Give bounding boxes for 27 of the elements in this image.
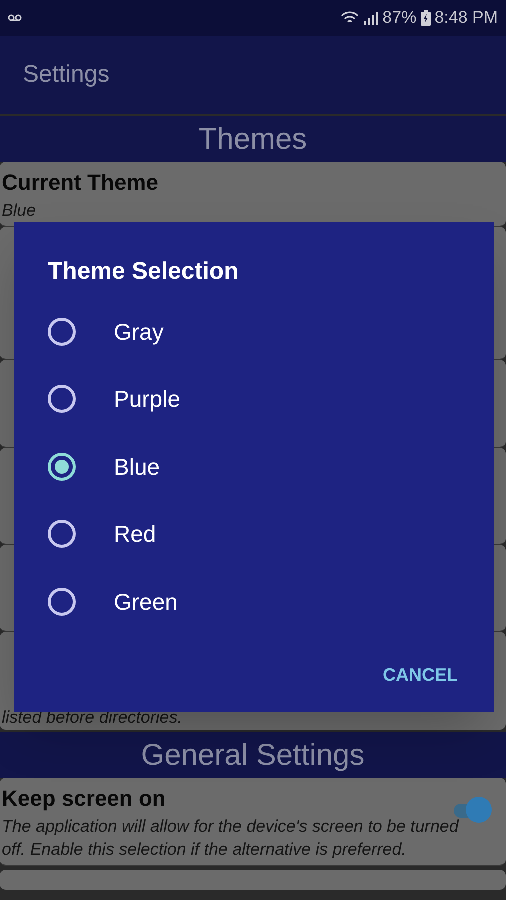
radio-button[interactable] [48, 588, 76, 616]
setting-title: Current Theme [2, 169, 158, 197]
radio-button[interactable] [48, 318, 76, 346]
cancel-button[interactable]: CANCEL [371, 654, 470, 697]
theme-option[interactable]: Red [14, 500, 494, 568]
clock-time: 8:48 PM [434, 7, 498, 30]
radio-button[interactable] [48, 385, 76, 414]
theme-option[interactable]: Green [14, 568, 494, 636]
section-title: General Settings [141, 738, 365, 774]
setting-title: Keep screen on [2, 785, 166, 813]
theme-option[interactable]: Purple [14, 366, 494, 433]
radio-button[interactable] [48, 520, 76, 548]
radio-button[interactable] [48, 452, 76, 481]
battery-percent: 87% [382, 7, 417, 30]
signal-icon [362, 11, 379, 25]
battery-charging-icon [420, 10, 431, 26]
setting-summary: The application will allow for the device's screen to be turned off. Enable this selection if the alternative is preferred. [2, 816, 460, 861]
theme-option[interactable]: Gray [14, 298, 494, 366]
section-title: Themes [198, 122, 308, 158]
setting-summary: Blue [2, 200, 38, 222]
setting-card[interactable]: Keep screen on The application will allow for the device's screen to be turned off. Enable this selection if the alternative is preferred. [0, 778, 506, 866]
setting-card[interactable]: Current Theme Blue [0, 162, 506, 227]
theme-option[interactable]: Blue [14, 433, 494, 500]
voicemail-icon [8, 14, 22, 22]
app-bar-title: Settings [23, 60, 110, 90]
dialog-title: Theme Selection [48, 257, 239, 287]
wifi-icon [340, 11, 359, 25]
